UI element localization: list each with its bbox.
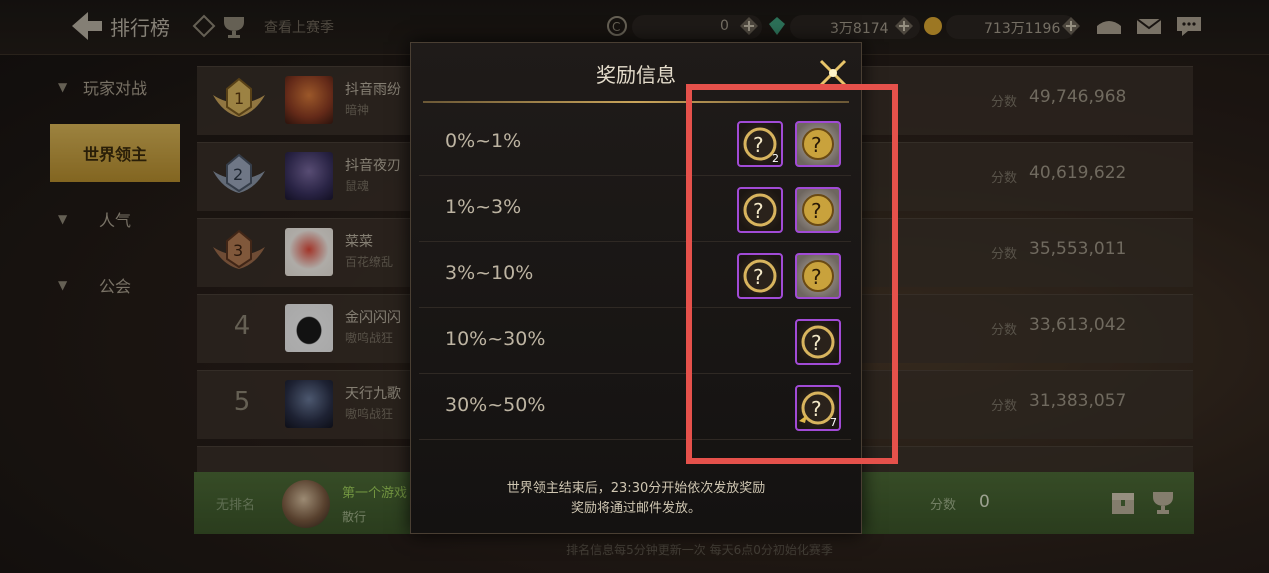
reward-note-line-2: 奖励将通过邮件发放。 [570, 501, 701, 516]
reward-note-line-1: 世界领主结束后，23:30分开始依次发放奖励 [506, 481, 766, 496]
tier-range: 1%~3% [445, 196, 522, 218]
tier-range: 10%~30% [445, 328, 546, 350]
tier-range: 0%~1% [445, 130, 522, 152]
tier-range: 3%~10% [445, 262, 534, 284]
highlight-annotation-box [686, 84, 898, 464]
reward-note: 世界领主结束后，23:30分开始依次发放奖励 奖励将通过邮件发放。 [411, 479, 861, 519]
tier-range: 30%~50% [445, 394, 546, 416]
